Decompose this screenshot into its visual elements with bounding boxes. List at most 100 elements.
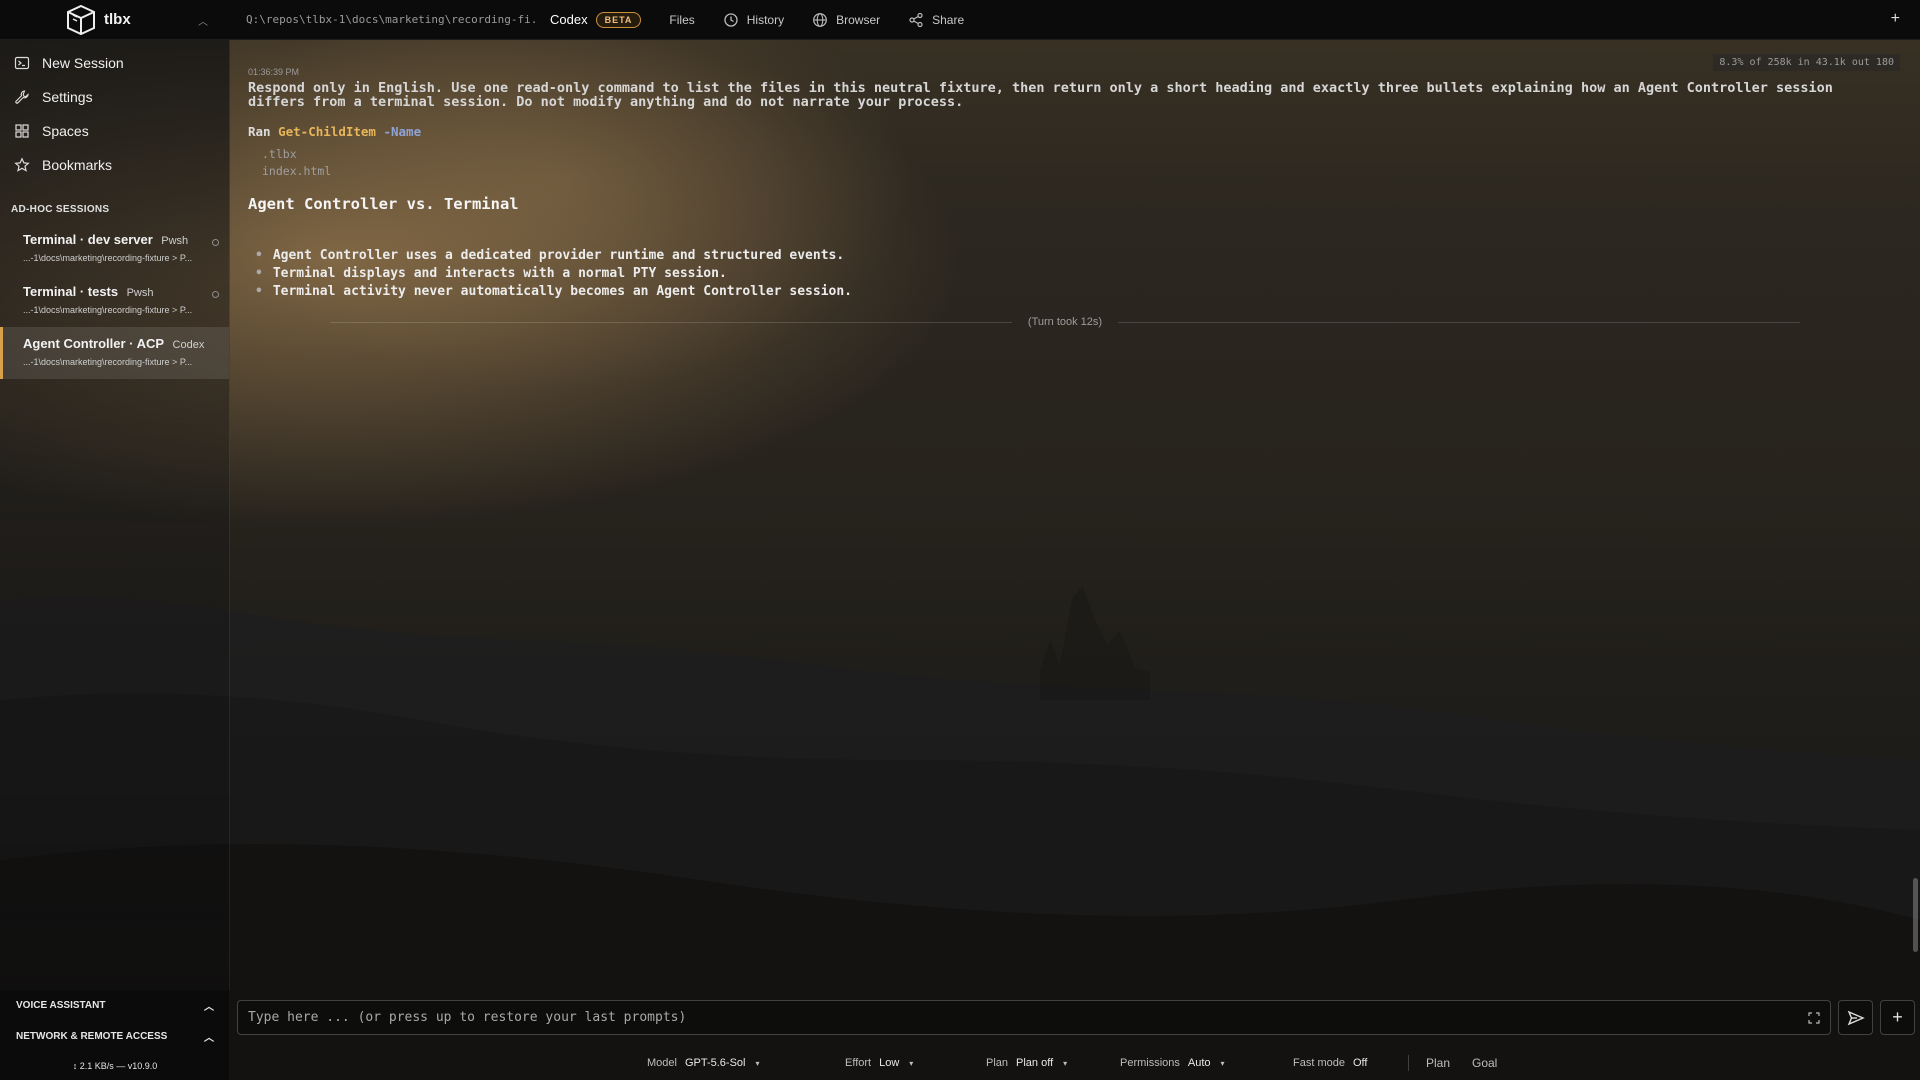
tab-codex[interactable]: Codex BETA xyxy=(536,0,655,40)
ran-label: Ran xyxy=(248,124,271,139)
session-path: ...-1\docs\marketing\recording-fixture >… xyxy=(23,357,193,367)
caret-down-icon: ▾ xyxy=(1220,1058,1225,1068)
response-heading: Agent Controller vs. Terminal xyxy=(248,195,519,213)
list-item: Terminal displays and interacts with a n… xyxy=(255,265,852,283)
turn-divider: (Turn took 12s) xyxy=(330,314,1800,330)
plan-selector[interactable]: Plan Plan off ▾ xyxy=(986,1057,1067,1069)
session-item-tests[interactable]: Terminal · tests Pwsh ...-1\docs\marketi… xyxy=(0,275,229,327)
plan-button[interactable]: Plan xyxy=(1426,1056,1450,1070)
tab-files-label: Files xyxy=(669,12,695,27)
tab-files[interactable]: Files xyxy=(655,0,708,40)
message-timestamp: 01:36:39 PM xyxy=(248,67,300,77)
chevron-up-icon: ︿ xyxy=(204,1002,214,1013)
session-tag: Pwsh xyxy=(126,287,154,299)
session-path: ...-1\docs\marketing\recording-fixture >… xyxy=(23,305,193,315)
plus-icon: + xyxy=(1892,1007,1903,1027)
model-selector[interactable]: Model GPT-5.6-Sol ▾ xyxy=(647,1057,760,1069)
sidebar-item-new-session[interactable]: New Session xyxy=(0,46,229,80)
session-path: ...-1\docs\marketing\recording-fixture >… xyxy=(23,253,193,263)
tab-browser-label: Browser xyxy=(836,12,881,27)
session-title: Terminal · dev server xyxy=(23,232,153,247)
goal-button[interactable]: Goal xyxy=(1472,1056,1497,1070)
caret-down-icon: ▾ xyxy=(909,1058,914,1068)
session-status-icon xyxy=(212,291,219,298)
sidebar-footer: VOICE ASSISTANT ︿ NETWORK & REMOTE ACCES… xyxy=(0,990,230,1080)
voice-assistant-section[interactable]: VOICE ASSISTANT ︿ xyxy=(0,990,230,1021)
plan-value: Plan off xyxy=(1016,1057,1054,1069)
divider xyxy=(1408,1055,1409,1071)
turn-duration: (Turn took 12s) xyxy=(1027,316,1103,328)
bullet-text: Terminal activity never automatically be… xyxy=(272,284,853,299)
sidebar-item-settings[interactable]: Settings xyxy=(0,80,229,114)
sidebar: New Session Settings Spaces Bookmarks AD… xyxy=(0,40,230,1080)
globe-icon xyxy=(813,12,828,27)
chevron-up-icon[interactable]: ︿ xyxy=(198,13,208,28)
sidebar-item-bookmarks[interactable]: Bookmarks xyxy=(0,148,229,182)
tab-share-label: Share xyxy=(932,12,965,27)
network-section[interactable]: NETWORK & REMOTE ACCESS ︿ xyxy=(0,1021,230,1052)
session-tag: Pwsh xyxy=(161,235,189,247)
bullet-text: Agent Controller uses a dedicated provid… xyxy=(272,248,845,263)
app-menu[interactable]: tlbx ︿ xyxy=(0,0,230,40)
app-name: tlbx xyxy=(104,11,131,28)
prompt-composer xyxy=(237,1000,1831,1035)
terminal-icon xyxy=(14,56,30,70)
model-label: Model xyxy=(647,1057,677,1069)
send-button[interactable] xyxy=(1838,1000,1873,1035)
attach-button[interactable]: + xyxy=(1880,1000,1915,1035)
list-item: Terminal activity never automatically be… xyxy=(255,283,852,301)
divider-line xyxy=(330,321,1012,323)
ran-argument: -Name xyxy=(383,124,422,139)
sidebar-item-label: New Session xyxy=(42,55,124,71)
effort-selector[interactable]: Effort Low ▾ xyxy=(845,1057,913,1069)
permissions-value: Auto xyxy=(1187,1057,1211,1069)
session-settings-bar: Model GPT-5.6-Sol ▾ Effort Low ▾ Plan Plan… xyxy=(231,1048,1920,1078)
tlbx-logo-icon xyxy=(67,4,95,35)
network-label: NETWORK & REMOTE ACCESS xyxy=(16,1031,168,1042)
tab-browser[interactable]: Browser xyxy=(798,0,894,40)
sidebar-item-label: Bookmarks xyxy=(42,157,113,173)
star-icon xyxy=(14,157,30,172)
expand-icon[interactable] xyxy=(1808,1011,1820,1024)
divider-line xyxy=(1118,321,1800,323)
tab-history[interactable]: History xyxy=(709,0,798,40)
plan-button-label: Plan xyxy=(1426,1056,1451,1070)
plan-label: Plan xyxy=(986,1057,1009,1069)
scrollbar[interactable] xyxy=(1913,878,1918,952)
session-status-icon xyxy=(212,239,219,246)
permissions-label: Permissions xyxy=(1120,1057,1180,1069)
caret-down-icon: ▾ xyxy=(755,1058,760,1068)
voice-assistant-label: VOICE ASSISTANT xyxy=(16,1000,106,1011)
permissions-selector[interactable]: Permissions Auto ▾ xyxy=(1120,1057,1225,1069)
wrench-icon xyxy=(15,90,29,104)
conversation-panel: 8.3% of 258k in 43.1k out 180 01:36:39 P… xyxy=(231,40,1920,1080)
grid-icon xyxy=(15,124,29,138)
user-prompt: Respond only in English. Use one read-on… xyxy=(248,80,1833,110)
new-tab-button[interactable]: + xyxy=(1891,10,1900,28)
session-title: Agent Controller · ACP xyxy=(23,336,165,351)
share-icon xyxy=(909,12,923,27)
fast-mode-toggle[interactable]: Fast mode Off xyxy=(1293,1057,1367,1069)
list-item: Agent Controller uses a dedicated provid… xyxy=(255,247,852,265)
prompt-input[interactable] xyxy=(238,1001,1808,1034)
session-tag: Codex xyxy=(172,339,205,351)
beta-badge: BETA xyxy=(595,11,642,28)
response-bullets: Agent Controller uses a dedicated provid… xyxy=(255,247,852,301)
session-title: Terminal · tests xyxy=(23,284,119,299)
session-item-dev-server[interactable]: Terminal · dev server Pwsh ...-1\docs\ma… xyxy=(0,223,229,275)
bullet-text: Terminal displays and interacts with a n… xyxy=(272,266,727,281)
history-icon xyxy=(724,12,738,27)
session-item-agent-controller[interactable]: Agent Controller · ACP Codex ...-1\docs\… xyxy=(0,327,229,379)
fast-mode-label: Fast mode xyxy=(1293,1057,1345,1069)
working-directory-path: Q:\repos\tlbx-1\docs\marketing\recording… xyxy=(246,13,536,26)
output-line: index.html xyxy=(262,164,332,178)
caret-down-icon: ▾ xyxy=(1063,1058,1068,1068)
tab-codex-label: Codex xyxy=(550,12,588,27)
fast-mode-value: Off xyxy=(1352,1057,1368,1069)
output-line: .tlbx xyxy=(262,147,297,161)
tab-share[interactable]: Share xyxy=(894,0,978,40)
command-run: Ran Get-ChildItem -Name xyxy=(248,124,421,139)
sidebar-item-spaces[interactable]: Spaces xyxy=(0,114,229,148)
model-value: GPT-5.6-Sol xyxy=(684,1057,746,1069)
adhoc-sessions-title: AD-HOC SESSIONS xyxy=(11,204,110,215)
